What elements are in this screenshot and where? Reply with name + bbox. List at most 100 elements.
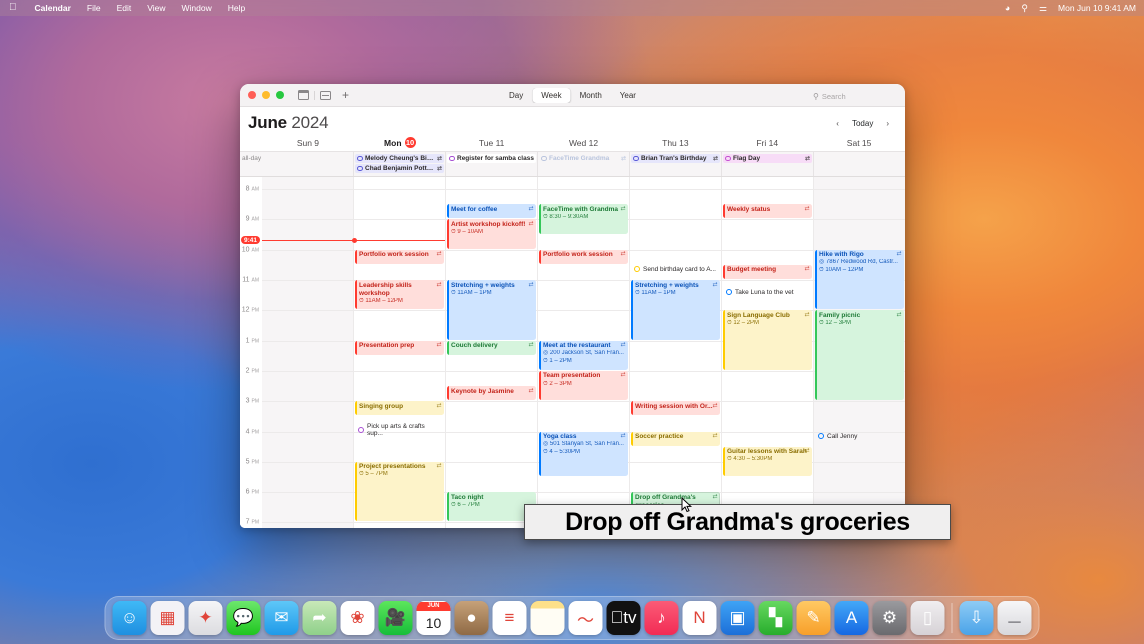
dock-app-launchpad[interactable]: ▦: [150, 601, 185, 635]
day-header-mon[interactable]: Mon 10: [354, 137, 446, 151]
today-button[interactable]: Today: [845, 116, 880, 130]
day-column-sun[interactable]: [262, 177, 353, 528]
calendar-event[interactable]: FaceTime with Grandma ⏱ 8:30 – 9:30AM ⇄: [539, 204, 628, 234]
day-header-tue[interactable]: Tue 11: [446, 137, 538, 151]
day-header-thu[interactable]: Thu 13: [629, 137, 721, 151]
search-field[interactable]: ⚲ Search: [808, 89, 896, 103]
dock-app-notes[interactable]: [530, 601, 565, 635]
calendar-event[interactable]: Weekly status ⇄: [723, 204, 812, 219]
calendar-event[interactable]: Singing group ⇄: [355, 401, 444, 416]
calendar-icon[interactable]: [297, 90, 310, 100]
day-column-sat[interactable]: Hike with Rigo ◎ 7867 Redwood Rd, Castr..…: [813, 177, 905, 528]
dock-app-mail[interactable]: ✉: [264, 601, 299, 635]
tab-week[interactable]: Week: [532, 87, 571, 103]
day-column-thu[interactable]: Stretching + weights ⏱ 11AM – 1PM ⇄ Writing…: [629, 177, 721, 528]
tab-day[interactable]: Day: [500, 88, 532, 103]
calendar-event[interactable]: Stretching + weights ⏱ 11AM – 1PM ⇄: [447, 280, 536, 340]
calendar-event[interactable]: Keynote by Jasmine ⇄: [447, 386, 536, 401]
wifi-icon[interactable]: ◕: [1005, 3, 1010, 13]
menu-item-window[interactable]: Window: [174, 3, 220, 13]
dock-app-appletv[interactable]: tv: [606, 601, 641, 635]
all-day-column-3[interactable]: FaceTime Grandma ⇄: [537, 152, 629, 176]
dock-app-news[interactable]: N: [682, 601, 717, 635]
day-column-tue[interactable]: Meet for coffee ⇄ Artist workshop kickoff!…: [445, 177, 537, 528]
dock-app-safari[interactable]: ✦: [188, 601, 223, 635]
menu-item-edit[interactable]: Edit: [109, 3, 140, 13]
calendar-event[interactable]: Team presentation ⏱ 2 – 3PM ⇄: [539, 370, 628, 401]
all-day-column-5[interactable]: Flag Day ⇄: [721, 152, 813, 176]
search-icon[interactable]: ⚲: [1021, 3, 1028, 13]
menu-item-help[interactable]: Help: [220, 3, 253, 13]
calendar-event[interactable]: Project presentations ⏱ 5 – 7PM ⇄: [355, 461, 444, 522]
dock-app-music[interactable]: ♪: [644, 601, 679, 635]
calendar-event[interactable]: Family picnic ⏱ 12 – 3PM ⇄: [815, 310, 904, 401]
tab-year[interactable]: Year: [611, 88, 645, 103]
calendar-event[interactable]: Meet at the restaurant ◎ 200 Jackson St, …: [539, 340, 628, 370]
dock-app-calendar[interactable]: JUN 10: [416, 601, 451, 635]
reminder-item[interactable]: Send birthday card to A...: [631, 265, 720, 274]
add-event-button[interactable]: +: [342, 89, 349, 101]
calendar-event[interactable]: Artist workshop kickoff! ⏱ 9 – 10AM ⇄: [447, 219, 536, 249]
reminder-item[interactable]: Take Luna to the vet: [723, 288, 812, 297]
calendar-event[interactable]: Budget meeting ⇄: [723, 264, 812, 279]
day-column-wed[interactable]: FaceTime with Grandma ⏱ 8:30 – 9:30AM ⇄ Por…: [537, 177, 629, 528]
dock-app-pages[interactable]: ✎: [796, 601, 831, 635]
dock-app-facetime[interactable]: 🎥: [378, 601, 413, 635]
calendar-event[interactable]: Couch delivery ⇄: [447, 340, 536, 355]
inbox-icon[interactable]: [320, 90, 331, 100]
all-day-event[interactable]: Register for samba class: [447, 154, 536, 163]
all-day-column-1[interactable]: Melody Cheung's Birt... ⇄ Chad Benjamin Po…: [353, 152, 445, 176]
reminder-checkbox-icon[interactable]: [634, 266, 640, 273]
calendar-event[interactable]: Meet for coffee ⇄: [447, 204, 536, 219]
dock-app-photos[interactable]: ❀: [340, 601, 375, 635]
control-center-icon[interactable]: ⚌: [1039, 3, 1047, 13]
calendar-event[interactable]: Portfolio work session ⇄: [355, 249, 444, 264]
calendar-event[interactable]: Sign Language Club ⏱ 12 – 2PM ⇄: [723, 310, 812, 370]
tab-month[interactable]: Month: [571, 88, 611, 103]
dock-app-iphone-mirroring[interactable]: ▯: [910, 601, 945, 635]
all-day-column-2[interactable]: Register for samba class: [445, 152, 537, 176]
calendar-event[interactable]: Taco night ⏱ 6 – 7PM: [447, 492, 536, 522]
calendar-event[interactable]: Soccer practice ⇄: [631, 431, 720, 446]
menu-item-calendar[interactable]: Calendar: [27, 3, 79, 13]
reminder-checkbox-icon[interactable]: [358, 427, 364, 434]
dock-app-reminders[interactable]: ≡: [492, 601, 527, 635]
prev-week-button[interactable]: ‹: [830, 116, 845, 130]
reminder-checkbox-icon[interactable]: [726, 289, 732, 296]
all-day-event[interactable]: FaceTime Grandma ⇄: [539, 154, 628, 163]
dock-app-numbers[interactable]: ▚: [758, 601, 793, 635]
calendar-event[interactable]: Guitar lessons with Sarah ⏱ 4:30 – 5:30PM…: [723, 446, 812, 476]
downloads-folder-icon[interactable]: ⇩: [959, 601, 994, 635]
calendar-event[interactable]: Portfolio work session ⇄: [539, 249, 628, 264]
calendar-event[interactable]: Stretching + weights ⏱ 11AM – 1PM ⇄: [631, 280, 720, 340]
week-grid-scroll-area[interactable]: 8 AM 9 AM 10 AM 11 AM 12 PM 1 PM 2 PM 3 PM 4 PM 5…: [240, 177, 905, 528]
calendar-event[interactable]: Yoga class ◎ 501 Stanyan St, San Fran... ⏱…: [539, 431, 628, 476]
dock-app-contacts[interactable]: ●: [454, 601, 489, 635]
calendar-event[interactable]: Hike with Rigo ◎ 7867 Redwood Rd, Castr..…: [815, 249, 904, 310]
all-day-event[interactable]: Melody Cheung's Birt... ⇄: [355, 154, 444, 163]
dock-app-settings[interactable]: ⚙: [872, 601, 907, 635]
dock-app-appstore[interactable]: A: [834, 601, 869, 635]
close-button[interactable]: [248, 91, 256, 99]
all-day-column-4[interactable]: Brian Tran's Birthday ⇄: [629, 152, 721, 176]
menu-item-file[interactable]: File: [79, 3, 109, 13]
all-day-column-6[interactable]: [813, 152, 905, 176]
day-header-wed[interactable]: Wed 12: [538, 137, 630, 151]
all-day-column-0[interactable]: [262, 152, 353, 176]
calendar-event[interactable]: Writing session with Or... ⇄: [631, 401, 720, 416]
dock-app-keynote[interactable]: ▣: [720, 601, 755, 635]
next-week-button[interactable]: ›: [880, 116, 895, 130]
reminder-checkbox-icon[interactable]: [818, 433, 824, 440]
reminder-item[interactable]: Call Jenny: [815, 432, 904, 441]
day-header-sun[interactable]: Sun 9: [262, 137, 354, 151]
minimize-button[interactable]: [262, 91, 270, 99]
day-column-mon[interactable]: Portfolio work session ⇄ Leadership skills…: [351, 177, 445, 528]
dock-app-finder[interactable]: ☺: [112, 601, 147, 635]
calendar-event[interactable]: Presentation prep ⇄: [355, 340, 444, 355]
menu-item-view[interactable]: View: [139, 3, 173, 13]
maximize-button[interactable]: [276, 91, 284, 99]
day-column-fri[interactable]: Weekly status ⇄ Budget meeting ⇄ Sign Langua…: [721, 177, 813, 528]
dock-app-maps[interactable]: ➦: [302, 601, 337, 635]
all-day-event[interactable]: Flag Day ⇄: [723, 154, 812, 163]
day-header-sat[interactable]: Sat 15: [813, 137, 905, 151]
